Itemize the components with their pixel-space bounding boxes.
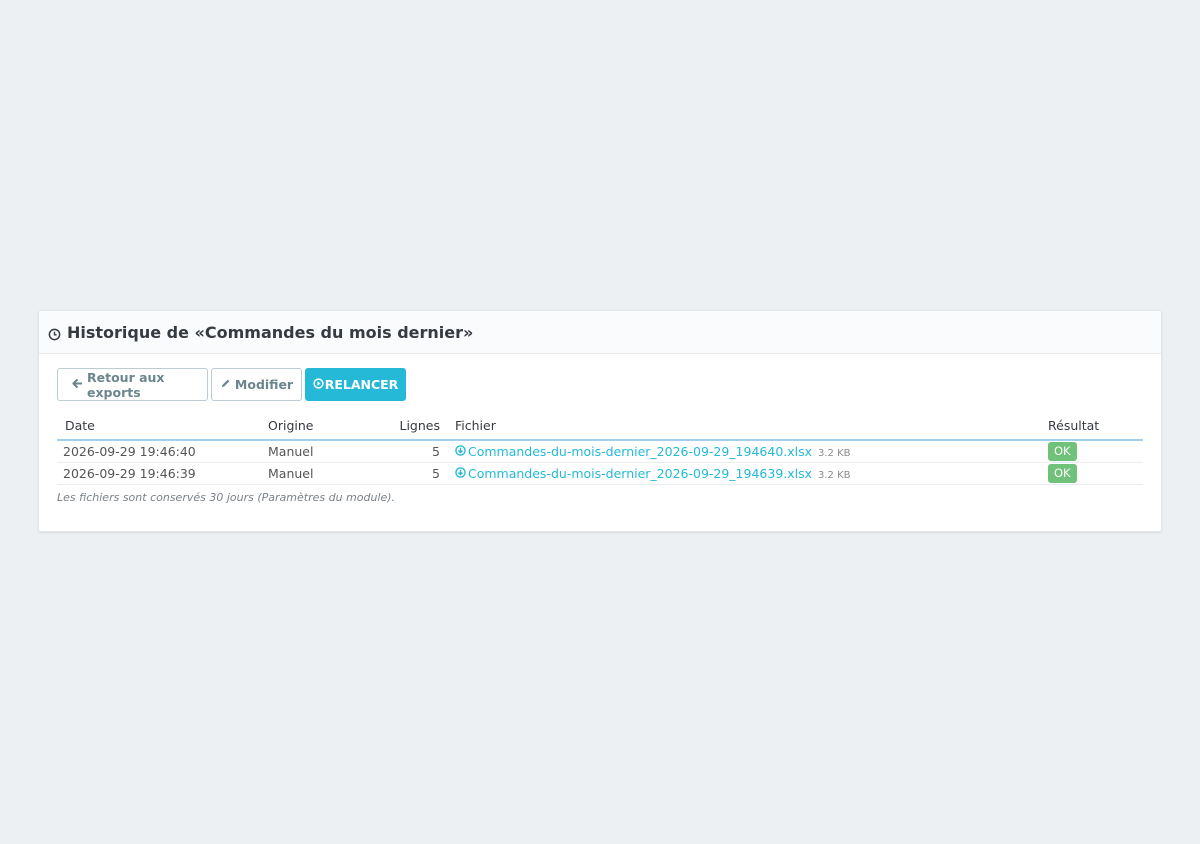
row-lines: 5: [378, 440, 448, 463]
download-file-link[interactable]: Commandes-du-mois-dernier_2026-09-29_194…: [455, 466, 812, 481]
row-file: Commandes-du-mois-dernier_2026-09-29_194…: [448, 462, 1043, 485]
pencil-icon: [220, 377, 235, 392]
edit-button[interactable]: Modifier: [211, 368, 302, 401]
rerun-button[interactable]: RELANCER: [305, 368, 406, 401]
row-result: OK: [1043, 462, 1143, 485]
header-lines[interactable]: Lignes: [378, 412, 448, 441]
file-size: 3.2 KB: [818, 448, 851, 459]
row-file: Commandes-du-mois-dernier_2026-09-29_194…: [448, 440, 1043, 463]
back-to-exports-button[interactable]: Retour aux exports: [57, 368, 208, 401]
arrow-left-icon: [72, 377, 87, 392]
file-name: Commandes-du-mois-dernier_2026-09-29_194…: [468, 466, 813, 481]
table-header-row: Date Origine Lignes Fichier Résultat: [57, 412, 1143, 441]
rerun-label: RELANCER: [324, 377, 399, 392]
retention-note: Les fichiers sont conservés 30 jours (Pa…: [57, 491, 396, 504]
toolbar: Retour aux exports Modifier RELANCER: [57, 368, 1143, 401]
file-name: Commandes-du-mois-dernier_2026-09-29_194…: [468, 444, 813, 459]
row-date: 2026-09-29 19:46:40: [57, 440, 268, 463]
header-origin[interactable]: Origine: [268, 412, 378, 441]
edit-label: Modifier: [234, 377, 294, 392]
download-file-link[interactable]: Commandes-du-mois-dernier_2026-09-29_194…: [455, 444, 812, 459]
header-result[interactable]: Résultat: [1043, 412, 1143, 441]
row-origin: Manuel: [268, 462, 378, 485]
clock-icon: [48, 326, 62, 341]
status-badge: OK: [1048, 464, 1077, 483]
row-result: OK: [1043, 440, 1143, 463]
header-file[interactable]: Fichier: [448, 412, 1043, 441]
play-circle-icon: [313, 377, 325, 392]
panel-title: Historique de «Commandes du mois dernier…: [67, 322, 474, 342]
download-icon: [455, 444, 468, 459]
row-date: 2026-09-29 19:46:39: [57, 462, 268, 485]
header-date[interactable]: Date: [57, 412, 268, 441]
history-table: Date Origine Lignes Fichier Résultat 202…: [57, 412, 1143, 485]
row-origin: Manuel: [268, 440, 378, 463]
panel-heading: Historique de «Commandes du mois dernier…: [39, 311, 1161, 354]
status-badge: OK: [1048, 442, 1077, 461]
back-to-exports-label: Retour aux exports: [87, 369, 165, 400]
panel-body: Retour aux exports Modifier RELANCER Dat…: [39, 354, 1161, 504]
history-panel: Historique de «Commandes du mois dernier…: [38, 310, 1162, 532]
file-size: 3.2 KB: [818, 470, 851, 481]
row-lines: 5: [378, 462, 448, 485]
download-icon: [455, 466, 468, 481]
table-row: 2026-09-29 19:46:40 Manuel 5 Commandes-d…: [57, 440, 1143, 463]
table-row: 2026-09-29 19:46:39 Manuel 5 Commandes-d…: [57, 462, 1143, 485]
